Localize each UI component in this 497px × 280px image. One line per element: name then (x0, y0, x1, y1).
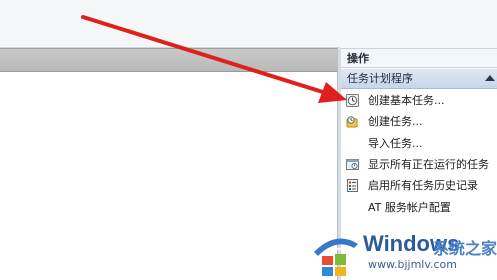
section-task-scheduler[interactable]: 任务计划程序 (341, 69, 497, 89)
action-label: 显示所有正在运行的任务 (368, 158, 489, 171)
task-list-header (0, 48, 337, 72)
collapse-caret-icon[interactable] (485, 75, 495, 81)
action-label: 创建任务... (368, 115, 423, 128)
action-label: 导入任务... (368, 137, 423, 150)
clock-icon (346, 94, 359, 107)
history-icon (347, 179, 358, 192)
watermark: Windows 系统之家 www.bjjmlv.com (308, 226, 497, 280)
action-show-running-tasks[interactable]: 显示所有正在运行的任务 (341, 155, 497, 175)
action-at-service-account-config[interactable]: AT 服务帐户配置 (341, 198, 497, 218)
task-folder-icon (346, 116, 358, 128)
action-create-task[interactable]: 创建任务... (341, 112, 497, 132)
action-create-basic-task[interactable]: 创建基本任务... (341, 91, 497, 111)
windows-logo-icon (314, 238, 358, 276)
action-enable-task-history[interactable]: 启用所有任务历史记录 (341, 176, 497, 196)
action-import-task[interactable]: 导入任务... (341, 134, 497, 154)
watermark-brand-text: 系统之家 (433, 239, 497, 258)
action-label: 创建基本任务... (368, 94, 445, 107)
actions-pane-title: 操作 (341, 48, 497, 68)
task-list-pane (0, 48, 337, 280)
action-label: AT 服务帐户配置 (368, 201, 451, 214)
watermark-url: www.bjjmlv.com (368, 258, 457, 271)
running-tasks-icon (346, 159, 359, 170)
top-toolbar-area (0, 0, 497, 48)
action-label: 启用所有任务历史记录 (368, 179, 478, 192)
section-header-label: 任务计划程序 (347, 72, 413, 85)
